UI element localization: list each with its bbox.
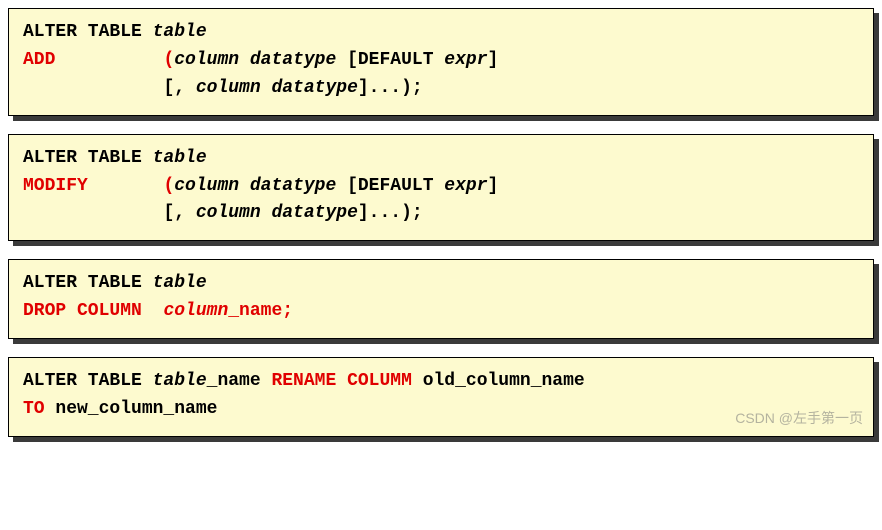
keyword-rename-column: RENAME COLUMM xyxy=(271,371,422,391)
arg-expr: expr xyxy=(444,50,487,70)
arg-name: _name xyxy=(207,371,272,391)
code-line: ALTER TABLE table_name RENAME COLUMM old… xyxy=(23,368,859,396)
default-bracket: [DEFAULT xyxy=(347,50,444,70)
arg-table: table xyxy=(153,371,207,391)
paren-open: ( xyxy=(163,50,174,70)
arg-old-column: old_column_name xyxy=(423,371,585,391)
code-block-add: ALTER TABLE table ADD (column datatype [… xyxy=(8,8,874,116)
closing: ]...); xyxy=(358,78,423,98)
default-bracket: [DEFAULT xyxy=(347,176,444,196)
padding xyxy=(23,203,163,223)
arg-column: column xyxy=(163,301,228,321)
padding xyxy=(88,176,164,196)
keyword-alter-table: ALTER TABLE xyxy=(23,371,153,391)
keyword-alter-table: ALTER TABLE xyxy=(23,148,153,168)
arg-new-column: new_column_name xyxy=(55,399,217,419)
arg-expr: expr xyxy=(444,176,487,196)
arg-table: table xyxy=(153,148,207,168)
code-line: TO new_column_name xyxy=(23,396,859,424)
code-line: ALTER TABLE table xyxy=(23,19,859,47)
keyword-add: ADD xyxy=(23,50,55,70)
code-line: ALTER TABLE table xyxy=(23,270,859,298)
padding xyxy=(55,50,163,70)
watermark-text: CSDN @左手第一页 xyxy=(735,408,863,430)
arg-column-datatype: column datatype xyxy=(174,50,347,70)
keyword-to: TO xyxy=(23,399,55,419)
keyword-drop-column: DROP COLUMN xyxy=(23,301,142,321)
keyword-modify: MODIFY xyxy=(23,176,88,196)
arg-column-datatype: column datatype xyxy=(174,176,347,196)
code-line: MODIFY (column datatype [DEFAULT expr] xyxy=(23,173,859,201)
code-line: ADD (column datatype [DEFAULT expr] xyxy=(23,47,859,75)
arg-column-datatype: column datatype xyxy=(196,203,358,223)
closing: ]...); xyxy=(358,203,423,223)
code-line: ALTER TABLE table xyxy=(23,145,859,173)
code-line: [, column datatype]...); xyxy=(23,75,859,103)
arg-name: _name; xyxy=(228,301,293,321)
code-block-drop: ALTER TABLE table DROP COLUMN column_nam… xyxy=(8,259,874,339)
default-bracket-close: ] xyxy=(488,176,499,196)
keyword-alter-table: ALTER TABLE xyxy=(23,22,153,42)
arg-table: table xyxy=(153,273,207,293)
keyword-alter-table: ALTER TABLE xyxy=(23,273,153,293)
code-block-modify: ALTER TABLE table MODIFY (column datatyp… xyxy=(8,134,874,242)
arg-column-datatype: column datatype xyxy=(196,78,358,98)
default-bracket-close: ] xyxy=(488,50,499,70)
paren-open: ( xyxy=(163,176,174,196)
padding xyxy=(142,301,164,321)
code-block-rename: ALTER TABLE table_name RENAME COLUMM old… xyxy=(8,357,874,437)
code-line: [, column datatype]...); xyxy=(23,200,859,228)
bracket: [, xyxy=(163,203,195,223)
bracket: [, xyxy=(163,78,195,98)
arg-table: table xyxy=(153,22,207,42)
code-line: DROP COLUMN column_name; xyxy=(23,298,859,326)
padding xyxy=(23,78,163,98)
